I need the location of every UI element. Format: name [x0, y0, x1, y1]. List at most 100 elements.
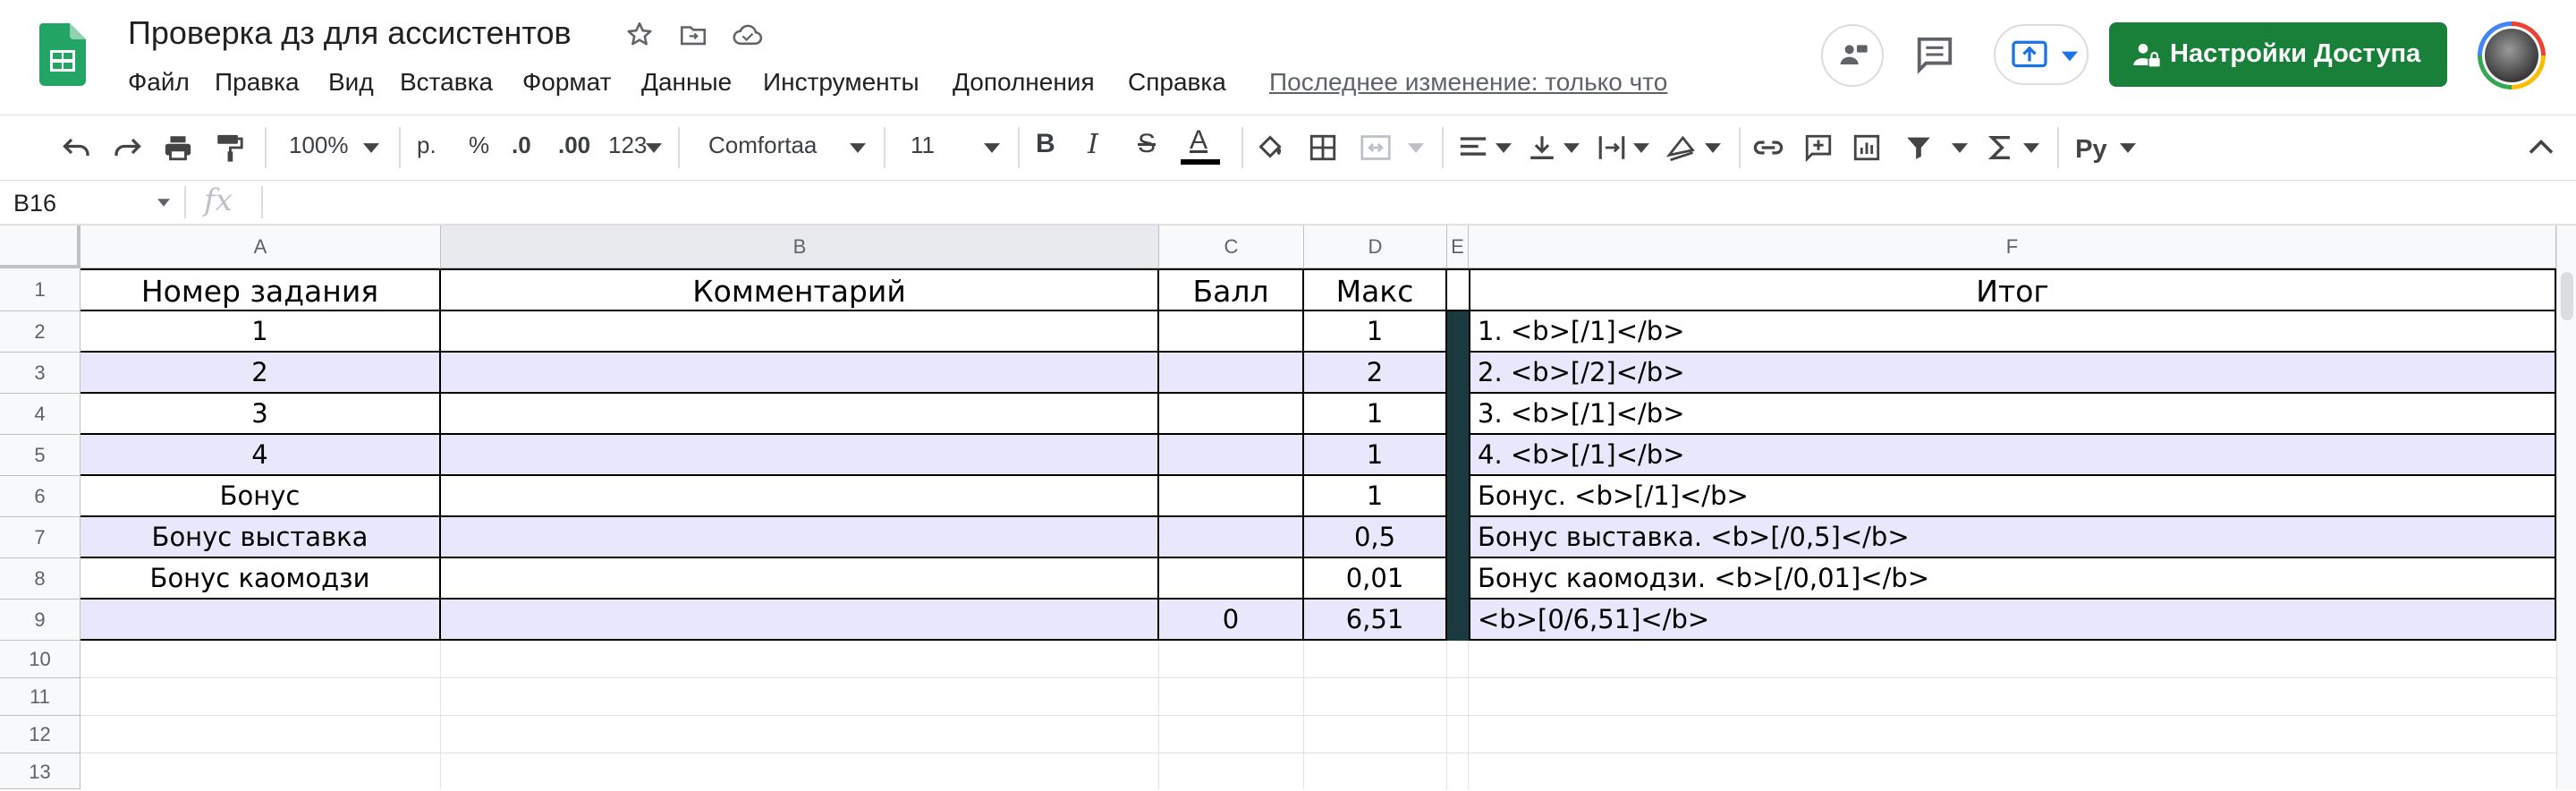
cell-f6[interactable]: Бонус. <b>[/1]</b> [1469, 476, 2556, 517]
font-size-select[interactable]: 11 [911, 132, 935, 159]
row-header[interactable]: 6 [0, 476, 80, 517]
cell-d7[interactable]: 0,5 [1304, 517, 1447, 558]
menu-tools[interactable]: Инструменты [763, 68, 919, 97]
strikethrough-button[interactable]: S [1138, 129, 1156, 159]
cell-a9[interactable] [80, 600, 441, 641]
cell-a7[interactable]: Бонус выставка [80, 517, 441, 558]
cell-c9[interactable]: 0 [1159, 600, 1304, 641]
collapse-toolbar-icon[interactable] [2528, 136, 2555, 156]
column-header-a[interactable]: A [80, 225, 441, 268]
cell-c4[interactable] [1159, 394, 1304, 435]
menu-format[interactable]: Формат [522, 68, 611, 97]
cell-d2[interactable]: 1 [1304, 311, 1447, 353]
empty-rows[interactable] [80, 641, 2556, 789]
row-header[interactable]: 10 [0, 641, 80, 678]
cell-f4[interactable]: 3. <b>[/1]</b> [1469, 394, 2556, 435]
cell-a1[interactable]: Номер задания [80, 268, 441, 311]
menu-view[interactable]: Вид [328, 68, 374, 97]
cell-c7[interactable] [1159, 517, 1304, 558]
cell-c6[interactable] [1159, 476, 1304, 517]
cell-b4[interactable] [441, 394, 1159, 435]
zoom-select[interactable]: 100% [289, 132, 349, 159]
cell-f9[interactable]: <b>[0/6,51]</b> [1469, 600, 2556, 641]
menu-addons[interactable]: Дополнения [953, 68, 1095, 97]
cell-f3[interactable]: 2. <b>[/2]</b> [1469, 353, 2556, 394]
cell-b2[interactable] [441, 311, 1159, 353]
cloud-icon[interactable] [732, 20, 764, 50]
cell-d9[interactable]: 6,51 [1304, 600, 1447, 641]
bold-button[interactable]: B [1036, 129, 1055, 159]
undo-icon[interactable] [61, 134, 93, 161]
column-header-d[interactable]: D [1304, 225, 1447, 268]
move-icon[interactable] [678, 20, 708, 50]
merge-cells-icon[interactable] [1360, 132, 1392, 163]
document-title[interactable]: Проверка дз для ассистентов [128, 14, 572, 52]
cell-f8[interactable]: Бонус каомодзи. <b>[/0,01]</b> [1469, 558, 2556, 600]
present-button[interactable] [1994, 24, 2089, 85]
last-edit-link[interactable]: Последнее изменение: только что [1269, 68, 1667, 97]
row-header[interactable]: 11 [0, 678, 80, 716]
sheets-logo[interactable] [39, 23, 86, 86]
row-header[interactable]: 12 [0, 716, 80, 753]
cell-a6[interactable]: Бонус [80, 476, 441, 517]
comment-history-button[interactable] [1821, 24, 1884, 87]
print-icon[interactable] [163, 132, 193, 163]
fill-color-icon[interactable] [1254, 131, 1286, 163]
cell-b7[interactable] [441, 517, 1159, 558]
select-all-corner[interactable] [0, 225, 80, 268]
cell-a3[interactable]: 2 [80, 353, 441, 394]
text-color-button[interactable]: A [1190, 125, 1208, 156]
percent-format-button[interactable]: % [469, 132, 489, 159]
cell-d3[interactable]: 2 [1304, 353, 1447, 394]
cell-d4[interactable]: 1 [1304, 394, 1447, 435]
align-left-icon[interactable] [1458, 134, 1488, 161]
cell-c8[interactable] [1159, 558, 1304, 600]
comment-icon[interactable] [1914, 34, 1955, 75]
avatar[interactable] [2478, 21, 2546, 89]
cell-f2[interactable]: 1. <b>[/1]</b> [1469, 311, 2556, 353]
menu-help[interactable]: Справка [1128, 68, 1226, 97]
functions-icon[interactable] [1987, 132, 2014, 163]
cell-b5[interactable] [441, 435, 1159, 476]
text-wrap-icon[interactable] [1597, 132, 1626, 163]
filter-icon[interactable] [1903, 132, 1934, 163]
cell-a2[interactable]: 1 [80, 311, 441, 353]
menu-file[interactable]: Файл [128, 68, 190, 97]
cell-f1[interactable]: Итог [1469, 268, 2556, 311]
cell-a5[interactable]: 4 [80, 435, 441, 476]
paint-format-icon[interactable] [215, 132, 243, 163]
column-header-f[interactable]: F [1469, 225, 2556, 268]
menu-data[interactable]: Данные [641, 68, 732, 97]
cell-b3[interactable] [441, 353, 1159, 394]
menu-edit[interactable]: Правка [215, 68, 300, 97]
vertical-align-icon[interactable] [1528, 132, 1556, 163]
insert-comment-icon[interactable] [1803, 132, 1834, 163]
cell-c1[interactable]: Балл [1159, 268, 1304, 311]
cell-d1[interactable]: Макс [1304, 268, 1447, 311]
cell-c5[interactable] [1159, 435, 1304, 476]
cell-d6[interactable]: 1 [1304, 476, 1447, 517]
row-header[interactable]: 8 [0, 558, 80, 600]
row-header[interactable]: 1 [0, 268, 80, 311]
row-header[interactable]: 4 [0, 394, 80, 435]
cell-d8[interactable]: 0,01 [1304, 558, 1447, 600]
menu-insert[interactable]: Вставка [400, 68, 493, 97]
cell-f7[interactable]: Бонус выставка. <b>[/0,5]</b> [1469, 517, 2556, 558]
text-rotation-icon[interactable] [1665, 132, 1698, 163]
row-header[interactable]: 13 [0, 753, 80, 789]
name-box[interactable]: B16 [13, 190, 56, 217]
cell-b6[interactable] [441, 476, 1159, 517]
insert-chart-icon[interactable] [1852, 132, 1882, 163]
cell-d5[interactable]: 1 [1304, 435, 1447, 476]
input-tools-icon[interactable]: Py [2075, 134, 2109, 163]
currency-format-button[interactable]: р. [417, 132, 436, 159]
borders-icon[interactable] [1308, 132, 1338, 163]
cell-f5[interactable]: 4. <b>[/1]</b> [1469, 435, 2556, 476]
cell-b8[interactable] [441, 558, 1159, 600]
decrease-decimal-button[interactable]: .0 [512, 132, 531, 159]
vertical-scrollbar[interactable] [2556, 225, 2576, 789]
formula-input[interactable] [268, 184, 2558, 220]
cell-a4[interactable]: 3 [80, 394, 441, 435]
cell-b1[interactable]: Комментарий [441, 268, 1159, 311]
row-header[interactable]: 5 [0, 435, 80, 476]
